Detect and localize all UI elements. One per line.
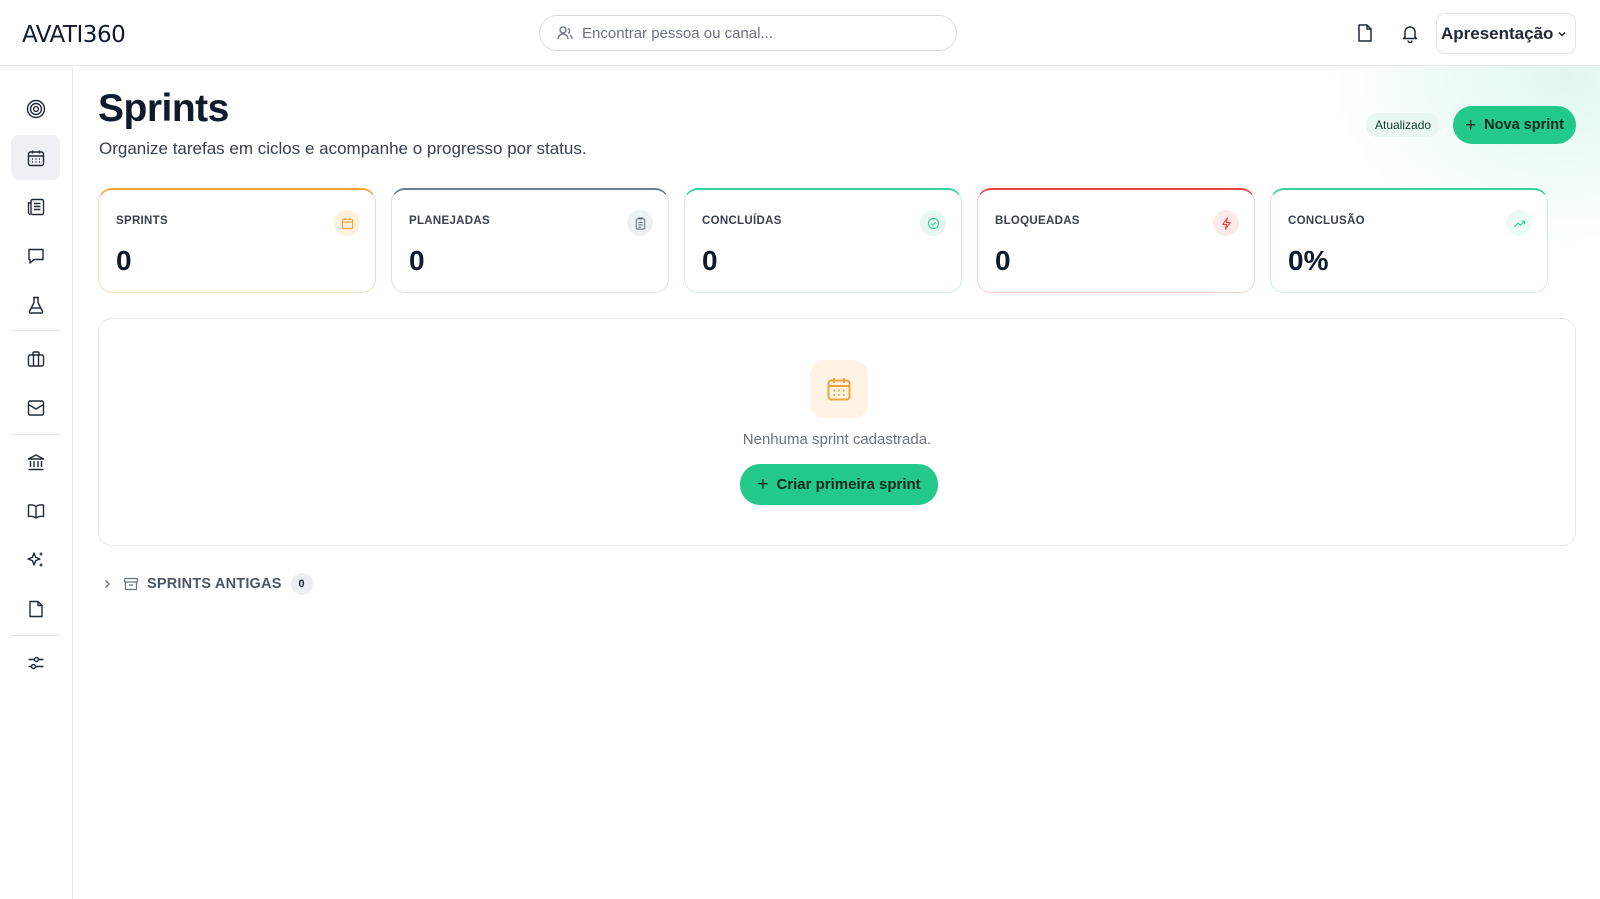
old-sprints-count-badge: 0 (290, 573, 313, 595)
calendar-icon (810, 360, 868, 418)
stat-card-blocked: BLOQUEADAS 0 (977, 188, 1255, 293)
document-icon[interactable] (1353, 21, 1377, 45)
sidebar-item-projects[interactable] (11, 336, 60, 381)
calendar-icon (334, 210, 360, 236)
sidebar-item-inbox[interactable] (11, 385, 60, 430)
sidebar-item-settings[interactable] (11, 640, 60, 685)
sliders-icon (28, 656, 43, 669)
stat-value: 0% (1288, 245, 1329, 276)
old-sprints-label: SPRINTS ANTIGAS (147, 576, 282, 592)
plus-icon: + (1465, 114, 1477, 136)
stat-label: CONCLUÍDAS (702, 215, 782, 227)
sidebar-divider (11, 330, 60, 331)
stat-value: 0 (116, 245, 132, 276)
check-circle-icon (920, 210, 946, 236)
empty-message: Nenhuma sprint cadastrada. (742, 431, 932, 448)
logo-icon: AVATI360 (22, 22, 126, 45)
main-content: Sprints Organize tarefas em ciclos e aco… (73, 67, 1600, 899)
stat-label: PLANEJADAS (409, 215, 490, 227)
search-box[interactable] (539, 15, 957, 51)
sidebar-item-documents[interactable] (11, 586, 60, 631)
inbox-icon (27, 399, 44, 416)
page-subtitle: Organize tarefas em ciclos e acompanhe o… (99, 139, 587, 158)
stat-card-planned: PLANEJADAS 0 (391, 188, 669, 293)
stat-label: BLOQUEADAS (995, 215, 1080, 227)
stat-card-sprints: SPRINTS 0 (98, 188, 376, 293)
top-bar: AVATI360 Apresentação (0, 0, 1600, 66)
newspaper-icon (27, 198, 44, 215)
chevron-down-icon (1558, 31, 1566, 37)
sparkles-icon (26, 551, 42, 566)
search-input[interactable] (582, 24, 942, 42)
svg-text:AVATI360: AVATI360 (22, 22, 125, 45)
plus-icon: + (757, 474, 769, 495)
trending-up-icon (1506, 210, 1532, 236)
updated-badge: Atualizado (1366, 113, 1441, 137)
book-icon (27, 503, 44, 519)
chat-icon (27, 248, 44, 264)
stat-label: CONCLUSÃO (1288, 215, 1365, 227)
briefcase-icon (27, 350, 44, 367)
sidebar-item-sprints[interactable] (11, 135, 60, 180)
profile-name: Apresentação (1441, 23, 1554, 43)
lightning-icon (1213, 210, 1239, 236)
sidebar-item-ai[interactable] (11, 537, 60, 582)
chevron-right-icon (105, 580, 110, 588)
flask-icon (28, 296, 43, 314)
sidebar-item-news[interactable] (11, 184, 60, 229)
page-title: Sprints (98, 87, 229, 130)
stat-value: 0 (702, 245, 718, 276)
archive-icon (123, 577, 139, 591)
clipboard-icon (627, 210, 653, 236)
sidebar-item-finance[interactable] (11, 439, 60, 484)
user-search-icon (557, 26, 573, 40)
target-icon (26, 99, 45, 118)
stat-value: 0 (995, 245, 1011, 276)
new-sprint-label: Nova sprint (1484, 117, 1564, 133)
document-icon (28, 600, 43, 617)
app-logo[interactable]: AVATI360 (22, 19, 148, 47)
stat-card-completion: CONCLUSÃO 0% (1270, 188, 1548, 293)
create-first-sprint-label: Criar primeira sprint (776, 476, 921, 493)
sidebar-divider (11, 434, 60, 435)
sidebar-item-library[interactable] (11, 488, 60, 533)
calendar-icon (27, 150, 44, 166)
sidebar (0, 67, 73, 899)
bank-icon (27, 453, 44, 470)
create-first-sprint-button[interactable]: + Criar primeira sprint (740, 464, 938, 505)
bell-icon[interactable] (1398, 21, 1422, 45)
stat-card-completed: CONCLUÍDAS 0 (684, 188, 962, 293)
stat-label: SPRINTS (116, 215, 168, 227)
sidebar-item-lab[interactable] (11, 282, 60, 327)
old-sprints-toggle[interactable]: SPRINTS ANTIGAS 0 (101, 571, 313, 597)
sidebar-item-goals[interactable] (11, 86, 60, 131)
stat-value: 0 (409, 245, 425, 276)
sidebar-item-chat[interactable] (11, 233, 60, 278)
new-sprint-button[interactable]: + Nova sprint (1453, 106, 1576, 144)
sidebar-divider (11, 635, 60, 636)
profile-menu[interactable]: Apresentação (1436, 13, 1576, 54)
empty-state-card: Nenhuma sprint cadastrada. + Criar prime… (98, 318, 1576, 546)
